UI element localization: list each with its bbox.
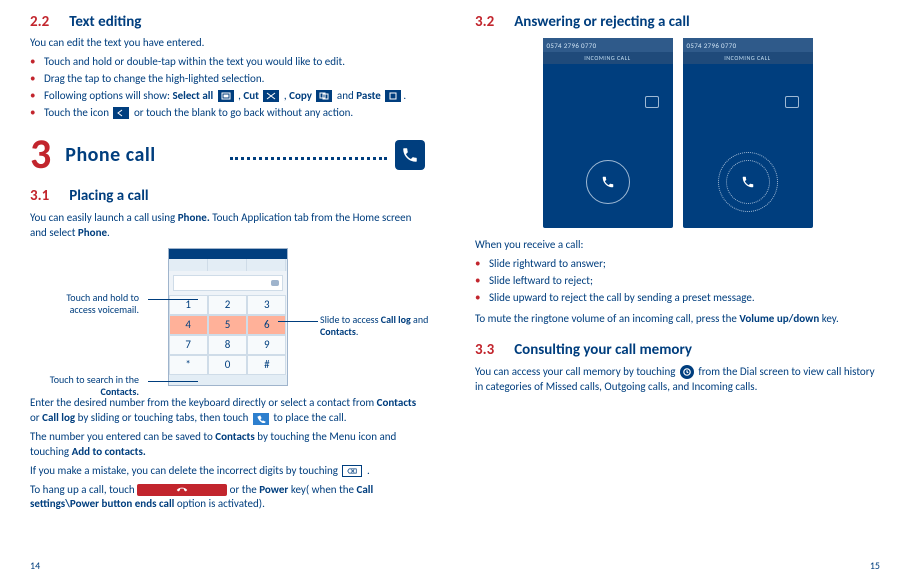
delete-icon xyxy=(342,465,362,477)
section-22-heading: 2.2 Text editing xyxy=(30,12,425,32)
copy-icon xyxy=(316,90,332,102)
dialer-tabs xyxy=(169,259,287,271)
call-number: 0574 2796 0770 xyxy=(543,38,673,52)
key: 6 xyxy=(247,315,286,335)
call-number: 0574 2796 0770 xyxy=(683,38,813,52)
section-32-title: Answering or rejecting a call xyxy=(514,13,689,31)
section-31-p4: If you make a mistake, you can delete th… xyxy=(30,464,425,479)
answer-ring xyxy=(733,167,763,197)
bullet-item: Drag the tap to change the high-lighted … xyxy=(30,72,425,87)
key: 7 xyxy=(169,335,208,355)
section-32-heading: 3.2 Answering or rejecting a call xyxy=(475,12,880,32)
section-31-p2: Enter the desired number from the keyboa… xyxy=(30,396,425,426)
message-icon xyxy=(645,96,659,108)
callout-search: Touch to search in the Contacts. xyxy=(39,374,139,398)
key: 3 xyxy=(247,295,286,315)
section-32-p1: When you receive a call: xyxy=(475,238,880,253)
incoming-label: INCOMING CALL xyxy=(683,52,813,64)
bullet-item: Slide leftward to reject; xyxy=(475,274,880,289)
dialer-bottom xyxy=(169,375,287,385)
key: 8 xyxy=(208,335,247,355)
message-icon xyxy=(785,96,799,108)
callout-line xyxy=(148,299,198,300)
call-mockup-right: 0574 2796 0770 INCOMING CALL xyxy=(683,38,813,228)
paste-icon xyxy=(385,90,401,102)
key: 0 xyxy=(208,355,247,375)
callout-voicemail: Touch and hold to access voicemail. xyxy=(39,292,139,316)
back-icon xyxy=(113,107,129,119)
callout-line xyxy=(278,321,318,322)
section-31-p3: The number you entered can be saved to C… xyxy=(30,430,425,460)
keypad: 1 2 3 4 5 6 7 8 9 * 0 # xyxy=(169,295,287,375)
key: # xyxy=(247,355,286,375)
select-all-icon xyxy=(218,90,234,102)
key: 1 xyxy=(169,295,208,315)
hangup-bar-icon xyxy=(137,484,227,496)
cut-icon xyxy=(263,90,279,102)
key: 5 xyxy=(208,315,247,335)
chapter-dots xyxy=(230,150,387,160)
chapter-title: Phone call xyxy=(65,142,222,169)
bullet-item: Touch the icon or touch the blank to go … xyxy=(30,106,425,121)
key: * xyxy=(169,355,208,375)
answer-ring xyxy=(586,160,630,204)
section-33-p1: You can access your call memory by touch… xyxy=(475,365,880,395)
key: 2 xyxy=(208,295,247,315)
section-33-title: Consulting your call memory xyxy=(514,341,692,359)
section-22-intro: You can edit the text you have entered. xyxy=(30,36,425,51)
section-32-bullets: Slide rightward to answer; Slide leftwar… xyxy=(475,257,880,306)
section-22-bullets: Touch and hold or double-tap within the … xyxy=(30,55,425,120)
dialer-figure: 1 2 3 4 5 6 7 8 9 * 0 # Touch and hold t… xyxy=(30,248,425,386)
section-31-p1: You can easily launch a call using Phone… xyxy=(30,211,425,241)
clock-icon xyxy=(680,365,694,379)
section-31-heading: 3.1 Placing a call xyxy=(30,186,425,206)
dialer-mockup: 1 2 3 4 5 6 7 8 9 * 0 # xyxy=(168,248,288,386)
section-33-number: 3.3 xyxy=(475,341,494,359)
page-number-right: 15 xyxy=(870,559,880,573)
section-31-number: 3.1 xyxy=(30,187,49,205)
section-22-number: 2.2 xyxy=(30,13,49,31)
chapter-3-header: 3 Phone call xyxy=(30,134,425,176)
section-31-p5: To hang up a call, touch or the Power ke… xyxy=(30,483,425,513)
section-33-heading: 3.3 Consulting your call memory xyxy=(475,340,880,360)
call-icon xyxy=(253,413,269,425)
bullet-item: Slide upward to reject the call by sendi… xyxy=(475,291,880,306)
incoming-label: INCOMING CALL xyxy=(543,52,673,64)
callout-line xyxy=(148,381,198,382)
section-32-p2: To mute the ringtone volume of an incomi… xyxy=(475,312,880,327)
call-mockup-left: 0574 2796 0770 INCOMING CALL xyxy=(543,38,673,228)
bullet-item: Touch and hold or double-tap within the … xyxy=(30,55,425,70)
chapter-number: 3 xyxy=(30,134,51,176)
bullet-item: Slide rightward to answer; xyxy=(475,257,880,272)
status-bar xyxy=(169,249,287,259)
section-22-title: Text editing xyxy=(69,13,141,31)
phone-icon xyxy=(395,140,425,170)
section-32-number: 3.2 xyxy=(475,13,494,31)
number-input xyxy=(173,275,283,291)
bullet-item: Following options will show: Select all … xyxy=(30,89,425,104)
key: 9 xyxy=(247,335,286,355)
callout-slide: Slide to access Call log and Contacts. xyxy=(320,314,430,338)
key: 4 xyxy=(169,315,208,335)
incoming-call-figure: 0574 2796 0770 INCOMING CALL 0574 2796 0… xyxy=(475,38,880,228)
page-number-left: 14 xyxy=(30,559,40,573)
section-31-title: Placing a call xyxy=(69,187,148,205)
